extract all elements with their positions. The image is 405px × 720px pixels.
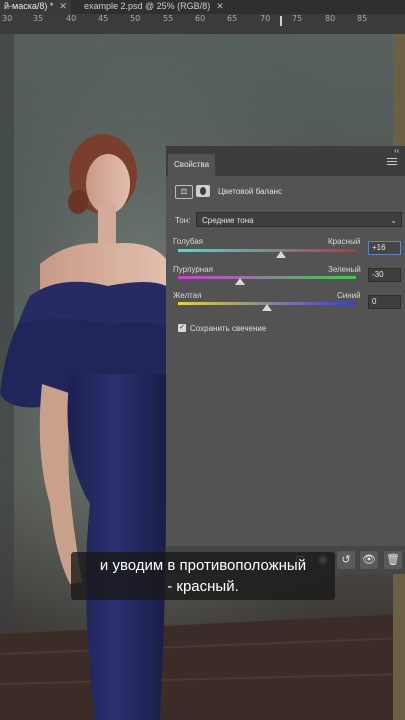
- preserve-luminosity-label: Сохранить свечение: [190, 324, 267, 333]
- ruler-tick: 65: [227, 14, 238, 23]
- adjustment-title: Цветовой баланс: [218, 187, 282, 196]
- chevron-down-icon: ⌄: [390, 216, 397, 225]
- cyan-red-slider-track[interactable]: [178, 249, 356, 252]
- document-tab-bar: й-маска/8) * ✕ example 2.psd @ 25% (RGB/8…: [0, 0, 405, 14]
- magenta-green-slider-thumb[interactable]: [235, 278, 246, 285]
- video-subtitle: и уводим в противоположный - красный.: [71, 552, 335, 600]
- ruler-tick: 55: [163, 14, 174, 23]
- ruler-tick: 60: [195, 14, 206, 23]
- panel-header: Свойства: [166, 146, 405, 176]
- yellow-blue-value-input[interactable]: 0: [368, 295, 401, 309]
- close-tab-icon[interactable]: ✕: [216, 1, 224, 11]
- collapse-panel-icon[interactable]: ‹‹: [394, 146, 399, 155]
- cyan-red-value-input[interactable]: +16: [368, 241, 401, 255]
- slider-green-label: Зеленый: [328, 265, 361, 274]
- slider-blue-label: Синий: [337, 291, 361, 300]
- slider-cyan-label: Голубая: [173, 237, 204, 246]
- properties-panel: Свойства ⚖ Цветовой баланс Тон: Средние …: [166, 146, 405, 546]
- tone-dropdown-value: Средние тона: [202, 216, 254, 225]
- ruler-tick: 70: [260, 14, 271, 23]
- panel-menu-icon[interactable]: [387, 158, 397, 166]
- ruler-tick: 35: [33, 14, 44, 23]
- ruler-tick: 75: [292, 14, 303, 23]
- ruler-tick: 40: [66, 14, 77, 23]
- preserve-luminosity-checkbox[interactable]: ✓: [178, 323, 186, 332]
- subtitle-line-1: и уводим в противоположный: [99, 557, 307, 574]
- magenta-green-value-input[interactable]: -30: [368, 268, 401, 282]
- tab-label: example 2.psd @ 25% (RGB/8): [84, 1, 211, 11]
- ruler-tick: 50: [130, 14, 141, 23]
- slider-red-label: Красный: [328, 237, 361, 246]
- ruler-position-marker: [280, 16, 282, 26]
- layer-mask-icon[interactable]: [196, 185, 210, 197]
- adjustment-header: ⚖ Цветовой баланс: [166, 182, 405, 202]
- subtitle-line-2: - красный.: [167, 578, 239, 595]
- ruler-tick: 45: [98, 14, 109, 23]
- tab-properties[interactable]: Свойства: [168, 154, 216, 176]
- ruler-tick: 85: [357, 14, 368, 23]
- cyan-red-slider-thumb[interactable]: [276, 251, 287, 258]
- slider-yellow-label: Желтая: [173, 291, 202, 300]
- reset-adjustment-icon[interactable]: ↺: [337, 551, 355, 569]
- delete-adjustment-icon[interactable]: 🗑: [384, 551, 402, 569]
- preserve-luminosity-option[interactable]: ✓ Сохранить свечение: [178, 323, 267, 333]
- tone-label: Тон:: [175, 216, 191, 225]
- yellow-blue-slider-thumb[interactable]: [262, 304, 272, 311]
- toggle-visibility-icon[interactable]: 👁: [360, 551, 378, 569]
- horizontal-ruler: 30 35 40 45 50 55 60 65 70 75 80 85: [0, 14, 405, 35]
- magenta-green-slider-track[interactable]: [178, 276, 356, 279]
- ruler-tick: 80: [325, 14, 336, 23]
- ruler-tick: 30: [2, 14, 13, 23]
- slider-magenta-label: Пурпурная: [173, 265, 213, 274]
- tab-layer-mask[interactable]: й-маска/8) * ✕: [0, 0, 71, 14]
- tone-dropdown[interactable]: Средние тона ⌄: [196, 212, 402, 227]
- close-tab-icon[interactable]: ✕: [59, 1, 67, 11]
- tab-label: й-маска/8) *: [4, 1, 54, 11]
- color-balance-icon: ⚖: [175, 185, 193, 199]
- tab-example-2[interactable]: example 2.psd @ 25% (RGB/8) ✕: [80, 0, 228, 14]
